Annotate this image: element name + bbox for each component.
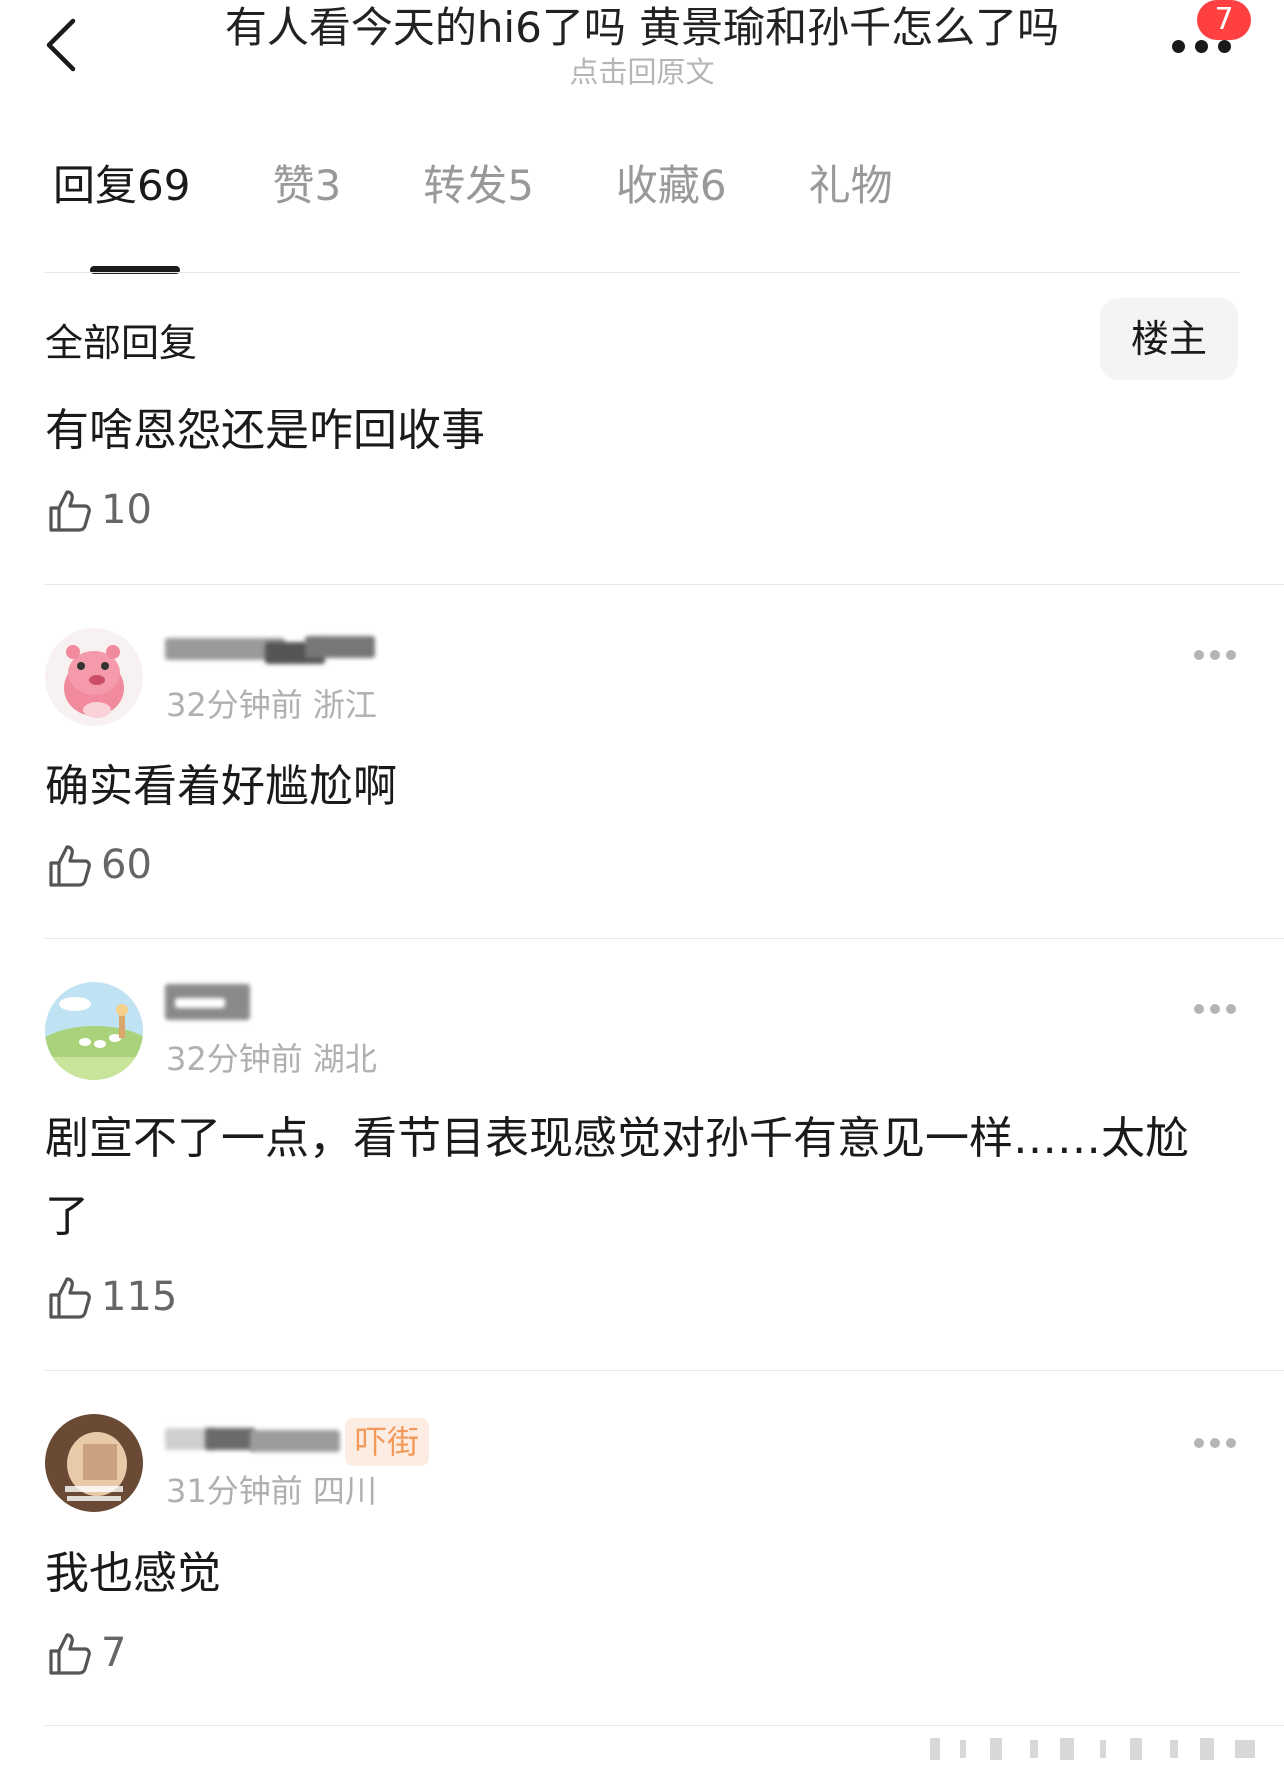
more-dots-icon (1194, 650, 1204, 660)
avatar[interactable] (45, 1414, 143, 1512)
chevron-left-icon (46, 18, 76, 72)
notification-badge: 7 (1197, 0, 1251, 40)
tab-replies[interactable]: 回复69 (53, 158, 190, 214)
watermark-image (920, 1733, 1265, 1763)
comment-text: 有啥恩怨还是咋回收事 (45, 405, 485, 456)
comment-text: 剧宣不了一点，看节目表现感觉对孙千有意见一样……太尬了 (45, 1113, 1189, 1242)
like-count: 7 (101, 1630, 127, 1676)
user-tag-badge: 吓街 (345, 1418, 430, 1466)
tab-reposts[interactable]: 转发5 (423, 158, 534, 214)
divider (45, 1370, 1284, 1371)
op-only-filter-button[interactable]: 楼主 (1100, 298, 1238, 380)
avatar[interactable] (45, 628, 143, 726)
like-button[interactable]: 7 (45, 1628, 126, 1678)
divider (45, 584, 1284, 585)
thumbs-up-icon (49, 490, 91, 532)
post-title[interactable]: 有人看今天的hi6了吗 黄景瑜和孙千怎么了吗 (150, 0, 1134, 56)
more-dots-icon (1194, 1004, 1204, 1014)
divider (45, 272, 1240, 273)
comment-meta: 32分钟前 浙江 (166, 686, 377, 724)
tab-gifts[interactable]: 礼物 (809, 158, 893, 214)
like-button[interactable]: 115 (45, 1272, 177, 1322)
comment-more-button[interactable] (1190, 640, 1240, 670)
like-button[interactable]: 10 (45, 485, 152, 535)
divider (45, 1725, 1284, 1726)
back-to-original-link[interactable]: 点击回原文 (150, 54, 1134, 90)
comment-text: 确实看着好尴尬啊 (45, 761, 397, 812)
username-blurred[interactable] (165, 980, 250, 1020)
more-dots-icon (1172, 40, 1185, 53)
like-count: 10 (101, 487, 152, 533)
comment-more-button[interactable] (1190, 994, 1240, 1024)
comment-text: 我也感觉 (45, 1548, 221, 1599)
tab-bar: 回复69 赞3 转发5 收藏6 礼物 (45, 156, 893, 216)
comment-meta: 32分钟前 湖北 (166, 1040, 377, 1078)
top-bar: 有人看今天的hi6了吗 黄景瑜和孙千怎么了吗 点击回原文 7 (0, 0, 1284, 110)
comment-meta: 31分钟前 四川 (166, 1472, 377, 1510)
avatar[interactable] (45, 982, 143, 1080)
section-title: 全部回复 (45, 321, 198, 365)
thumbs-up-icon (49, 1277, 91, 1319)
tab-likes[interactable]: 赞3 (272, 158, 341, 214)
back-button[interactable] (38, 10, 88, 80)
like-count: 60 (101, 842, 152, 888)
thumbs-up-icon (49, 845, 91, 887)
comment-more-button[interactable] (1190, 1428, 1240, 1458)
thumbs-up-icon (49, 1633, 91, 1675)
title-block[interactable]: 有人看今天的hi6了吗 黄景瑜和孙千怎么了吗 点击回原文 (150, 0, 1134, 90)
tab-favorites[interactable]: 收藏6 (616, 158, 727, 214)
username-blurred[interactable] (165, 632, 375, 672)
like-button[interactable]: 60 (45, 840, 152, 890)
like-count: 115 (101, 1274, 178, 1320)
more-dots-icon (1194, 1438, 1204, 1448)
username-blurred[interactable] (165, 1418, 345, 1458)
divider (45, 938, 1284, 939)
